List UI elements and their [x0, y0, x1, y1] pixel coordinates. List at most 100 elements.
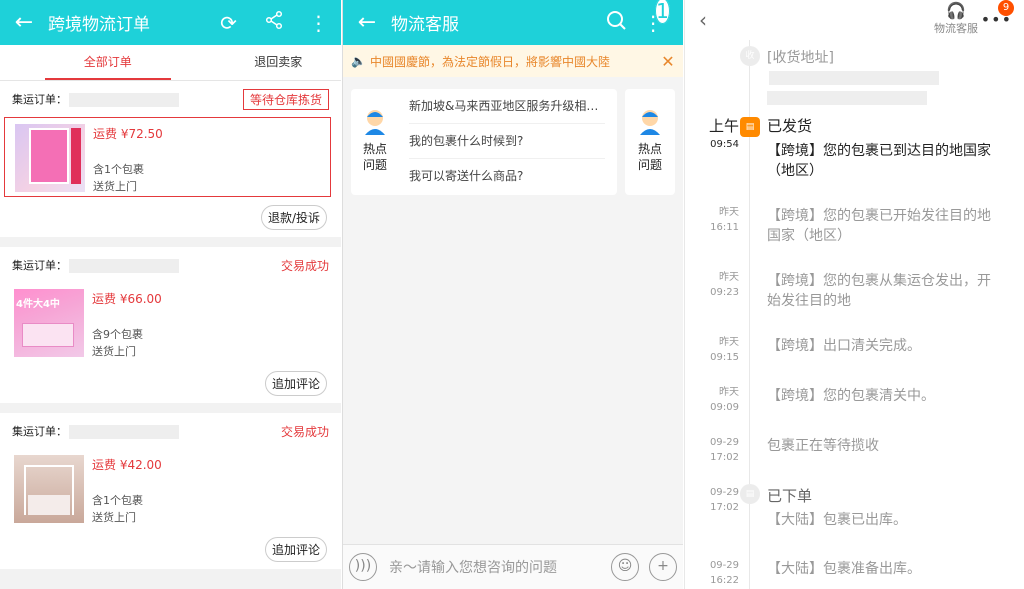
emoji-icon[interactable]: ☺ [611, 553, 639, 581]
chevron-left-icon[interactable]: ‹ [699, 8, 707, 32]
agent-avatar-icon [636, 107, 664, 135]
shipped-icon: ▤ [740, 117, 760, 137]
service-label: 物流客服 [934, 22, 978, 35]
speaker-icon: 🔈 [351, 54, 366, 68]
package-count: 含1个包裹 [93, 163, 144, 176]
event-date: 09-29 [709, 560, 739, 571]
back-arrow-icon[interactable]: ← [343, 10, 391, 35]
order-label: 集运订单： [12, 259, 67, 272]
event-time: 17:02 [710, 502, 739, 513]
event-title: 已下单 [767, 487, 813, 505]
order-item[interactable]: 运费 ¥42.00 含1个包裹 送货上门 [4, 449, 331, 529]
hot-questions-label: 热点问题 [637, 142, 662, 172]
notice-banner: 🔈 中國國慶節，為法定節假日，將影響中國大陸 ✕ [343, 45, 683, 77]
shipping-fee: 运费 ¥66.00 [92, 292, 162, 306]
event-text: 包裹正在等待揽收 [767, 438, 879, 454]
delivery-method: 送货上门 [92, 345, 136, 358]
shipping-fee: 运费 ¥72.50 [93, 127, 163, 141]
chat-input[interactable]: 亲～请输入您想咨询的问题 [377, 557, 611, 577]
hot-questions-card: 热点问题 新加坡&马来西亚地区服务升级相… 我的包裹什么时候到? 我可以寄送什么… [351, 89, 617, 195]
event-date: 昨天 [719, 272, 739, 283]
order-label: 集运订单： [12, 425, 67, 438]
service-button[interactable]: 🎧 物流客服 [934, 2, 978, 36]
event-date: 昨天 [719, 207, 739, 218]
message-badge: 9 [998, 0, 1014, 16]
event-time: 09:54 [710, 139, 739, 150]
order-tabs: 全部订单 退回卖家 [0, 45, 341, 81]
order-item[interactable]: 运费 ¥72.50 含1个包裹 送货上门 [4, 117, 331, 197]
more-vertical-icon[interactable]: ⋮1 [638, 0, 683, 35]
event-text: 【跨境】您的包裹已开始发往目的地国家（地区） [767, 208, 991, 244]
add-review-button[interactable]: 追加评论 [264, 536, 327, 562]
event-time: 09:15 [710, 352, 739, 363]
event-time: 16:22 [710, 575, 739, 586]
event-date: 上午 [708, 117, 739, 135]
detail-header: ‹ 🎧 物流客服 ••• 9 [685, 0, 1024, 42]
order-status: 交易成功 [280, 258, 329, 273]
refresh-icon[interactable]: ⟳ [206, 11, 251, 35]
chat-input-bar: ))) 亲～请输入您想咨询的问题 ☺ + [343, 544, 683, 589]
event-text: 【跨境】您的包裹从集运仓发出，开始发往目的地 [767, 273, 991, 309]
product-thumbnail [14, 455, 84, 523]
delivery-method: 送货上门 [92, 511, 136, 524]
voice-icon[interactable]: ))) [349, 553, 377, 581]
order-item[interactable]: 4件大4中 运费 ¥66.00 含9个包裹 送货上门 [4, 283, 331, 363]
page-title: 物流客服 [391, 15, 459, 35]
event-date: 09-29 [709, 487, 739, 498]
hot-question-item[interactable]: 我可以寄送什么商品? [409, 159, 605, 194]
order-label: 集运订单： [12, 93, 67, 106]
ordered-icon: ▤ [740, 484, 760, 504]
event-text: 【大陆】包裹已出库。 [767, 512, 907, 528]
event-time: 17:02 [710, 452, 739, 463]
event-date: 09-29 [709, 437, 739, 448]
refund-complaint-button[interactable]: 退款/投诉 [260, 204, 327, 230]
hot-questions-label: 热点问题 [362, 142, 387, 172]
address-redacted [769, 71, 939, 85]
add-icon[interactable]: + [649, 553, 677, 581]
notification-badge: 1 [655, 0, 670, 24]
hot-question-item[interactable]: 新加坡&马来西亚地区服务升级相… [409, 89, 605, 124]
order-number-redacted [69, 259, 179, 273]
headset-icon: 🎧 [946, 1, 966, 20]
order-status: 等待仓库拣货 [242, 88, 329, 110]
search-icon[interactable] [593, 9, 638, 36]
delivery-method: 送货上门 [93, 180, 137, 193]
hot-questions-card-next[interactable]: 热点问题 [625, 89, 675, 195]
address-dot-icon: 收 [740, 46, 760, 66]
event-date: 昨天 [719, 337, 739, 348]
order-card[interactable]: 集运订单： 等待仓库拣货 运费 ¥72.50 含1个包裹 送货上门 退款/投诉 [0, 81, 341, 237]
event-text: 【大陆】包裹准备出库。 [767, 561, 921, 577]
hot-question-item[interactable]: 我的包裹什么时候到? [409, 124, 605, 159]
shipping-fee: 运费 ¥42.00 [92, 458, 162, 472]
order-card[interactable]: 集运订单： 交易成功 运费 ¥42.00 含1个包裹 送货上门 追加评论 [0, 413, 341, 569]
address-redacted [767, 91, 927, 105]
tab-return-seller[interactable]: 退回卖家 [216, 45, 342, 80]
thumbnail-promo-text: 4件大4中 [16, 299, 60, 310]
logistics-detail-panel: ‹ 🎧 物流客服 ••• 9 收 [收货地址] 上午 09:54 ▤ 已发货 【… [684, 0, 1024, 589]
hot-questions: 热点问题 新加坡&马来西亚地区服务升级相… 我的包裹什么时候到? 我可以寄送什么… [351, 89, 675, 195]
order-number-redacted [69, 93, 179, 107]
tracking-timeline: 收 [收货地址] 上午 09:54 ▤ 已发货 【跨境】您的包裹已到达目的地国家… [685, 40, 1024, 589]
orders-topbar: ← 跨境物流订单 ⟳ ⋮ [0, 0, 341, 45]
service-topbar: ← 物流客服 ⋮1 [343, 0, 683, 45]
add-review-button[interactable]: 追加评论 [264, 370, 327, 396]
share-icon[interactable] [251, 10, 296, 35]
order-card[interactable]: 集运订单： 交易成功 4件大4中 运费 ¥66.00 含9个包裹 送货上门 追加… [0, 247, 341, 403]
event-date: 昨天 [719, 387, 739, 398]
event-time: 16:11 [710, 222, 739, 233]
logistics-service-panel: ← 物流客服 ⋮1 🔈 中國國慶節，為法定節假日，將影響中國大陸 ✕ 热点问题 … [342, 0, 683, 589]
notice-text: 中國國慶節，為法定節假日，將影響中國大陸 [369, 54, 610, 69]
package-count: 含1个包裹 [92, 494, 143, 507]
product-thumbnail [15, 124, 85, 192]
address-label: [收货地址] [767, 50, 834, 66]
event-time: 09:09 [710, 402, 739, 413]
event-text: 【跨境】您的包裹清关中。 [767, 388, 935, 404]
order-status: 交易成功 [280, 424, 329, 439]
event-title: 已发货 [767, 117, 813, 135]
product-thumbnail: 4件大4中 [14, 289, 84, 357]
more-vertical-icon[interactable]: ⋮ [296, 11, 341, 35]
back-arrow-icon[interactable]: ← [0, 10, 48, 35]
close-icon[interactable]: ✕ [653, 51, 683, 71]
event-text: 【跨境】出口清关完成。 [767, 338, 921, 354]
tab-all-orders[interactable]: 全部订单 [45, 45, 171, 80]
